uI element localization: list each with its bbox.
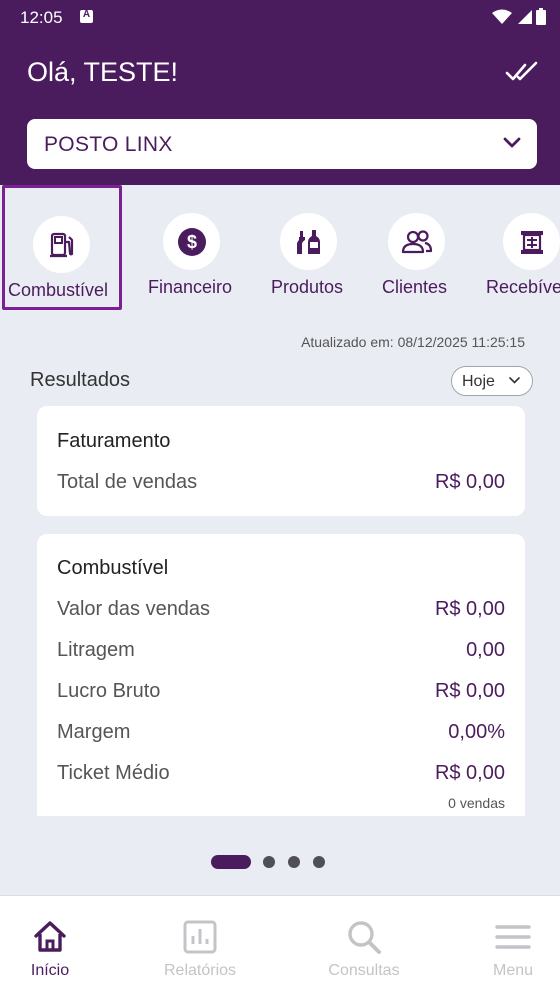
status-time: 12:05 <box>20 8 63 27</box>
nav-inicio[interactable]: Início <box>0 896 120 996</box>
category-produtos[interactable]: Produtos <box>256 185 376 310</box>
card-title: Faturamento <box>57 430 171 452</box>
row-value: 0,00 <box>466 639 505 661</box>
category-financeiro[interactable]: $ Financeiro <box>132 185 252 310</box>
nav-menu[interactable]: Menu <box>443 896 560 996</box>
nav-label: Menu <box>492 962 534 979</box>
category-label: Clientes <box>382 277 448 297</box>
row-value: 0,00% <box>448 721 505 743</box>
card-title: Combustível <box>57 557 169 579</box>
row-value: R$ 0,00 <box>434 598 505 620</box>
a-icon: A <box>80 9 93 23</box>
page-dot[interactable] <box>263 856 275 868</box>
reports-icon <box>183 920 217 954</box>
station-select-value: POSTO LINX <box>44 133 173 156</box>
row-label: Litragem <box>57 639 135 661</box>
bottom-nav: Início Relatórios Consultas Menu <box>0 895 560 997</box>
row-label: Margem <box>57 721 131 743</box>
page-dot[interactable] <box>313 856 325 868</box>
page-dot-active[interactable] <box>211 855 251 869</box>
nav-label: Início <box>30 962 70 979</box>
nav-consultas[interactable]: Consultas <box>294 896 434 996</box>
nav-label: Consultas <box>328 962 400 979</box>
nav-label: Relatórios <box>163 962 237 979</box>
dollar-icon: $ <box>163 213 220 270</box>
category-label: Produtos <box>271 277 344 297</box>
battery-icon <box>536 8 546 25</box>
category-recebiveis[interactable]: Recebíve <box>486 185 560 310</box>
row-label: Total de vendas <box>57 471 198 493</box>
app-screen: 12:05 A Olá, TESTE! POSTO LINX Combustív… <box>0 0 560 997</box>
category-combustivel[interactable]: Combustível <box>2 185 122 310</box>
svg-text:$: $ <box>186 232 196 252</box>
results-heading: Resultados <box>30 369 131 391</box>
category-label: Recebíve <box>486 277 560 297</box>
row-value: R$ 0,00 <box>434 762 505 784</box>
row-label: Ticket Médio <box>57 762 170 784</box>
greeting-title: Olá, TESTE! <box>27 57 179 87</box>
wifi-icon <box>492 9 512 24</box>
page-indicator <box>0 855 560 869</box>
register-icon <box>503 213 560 270</box>
home-icon <box>34 921 66 952</box>
row-label: Valor das vendas <box>57 598 211 620</box>
double-check-icon[interactable] <box>505 60 539 84</box>
chevron-down-icon <box>503 137 521 148</box>
menu-icon <box>495 925 531 949</box>
search-icon <box>348 921 381 954</box>
fuel-pump-icon <box>33 216 90 273</box>
status-icons <box>492 8 546 25</box>
updated-timestamp: Atualizado em: 08/12/2025 11:25:15 <box>301 334 525 350</box>
signal-icon <box>518 9 532 24</box>
faturamento-card: Faturamento Total de vendas R$ 0,00 <box>37 406 525 516</box>
combustivel-card: Combustível Valor das vendas R$ 0,00 Lit… <box>37 534 525 816</box>
category-label: Financeiro <box>148 277 233 297</box>
status-bar: 12:05 A <box>0 0 560 36</box>
users-icon <box>388 213 445 270</box>
period-filter-label: Hoje <box>462 373 495 390</box>
category-strip: Combustível $ Financeiro Produtos Client… <box>0 185 560 315</box>
header: 12:05 A Olá, TESTE! POSTO LINX <box>0 0 560 185</box>
row-value: R$ 0,00 <box>434 680 505 702</box>
period-filter-button[interactable]: Hoje <box>451 366 533 396</box>
bottles-icon <box>280 213 337 270</box>
row-value: R$ 0,00 <box>434 471 505 493</box>
category-clientes[interactable]: Clientes <box>372 185 492 310</box>
nav-relatorios[interactable]: Relatórios <box>130 896 270 996</box>
row-label: Lucro Bruto <box>57 680 161 702</box>
ticket-sales-count: 0 vendas <box>448 795 505 811</box>
station-select[interactable]: POSTO LINX <box>27 119 537 169</box>
page-dot[interactable] <box>288 856 300 868</box>
category-label: Combustível <box>8 280 109 300</box>
chevron-down-icon <box>509 377 520 384</box>
